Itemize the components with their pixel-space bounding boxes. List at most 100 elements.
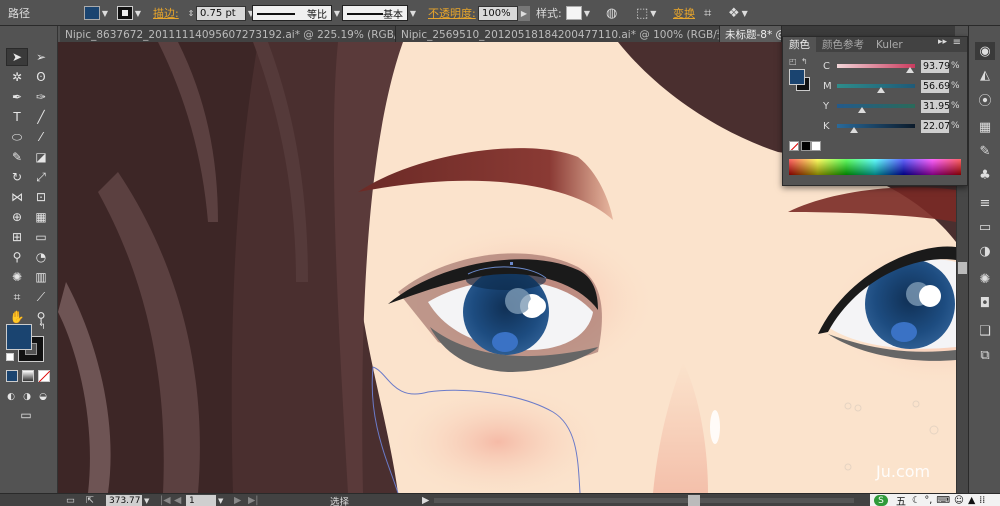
share-icon[interactable]: ⇱: [86, 494, 94, 506]
draw-inside-icon[interactable]: ◒: [36, 388, 50, 406]
mesh-tool-icon[interactable]: ⊞: [6, 228, 28, 246]
stroke-panel-icon[interactable]: ≡: [975, 194, 995, 212]
tab-color[interactable]: 颜色: [783, 37, 816, 52]
chevron-down-icon[interactable]: ▼: [133, 6, 143, 20]
slider-knob-k[interactable]: [850, 127, 859, 133]
chevron-down-icon[interactable]: ▼: [408, 6, 418, 20]
stroke-swatch[interactable]: [117, 6, 133, 20]
scroll-thumb[interactable]: [958, 262, 967, 274]
grid-icon[interactable]: ⁞⁞: [979, 495, 985, 506]
artboards-icon[interactable]: ⧉: [975, 346, 995, 364]
slice-tool-icon[interactable]: ⟋: [30, 288, 52, 306]
next-page-icon[interactable]: ▶: [234, 494, 241, 506]
blend-tool-icon[interactable]: ◔: [30, 248, 52, 266]
stepper-icon[interactable]: ⇕: [186, 9, 196, 18]
input-k[interactable]: 22.07: [921, 119, 950, 133]
align-icon[interactable]: ⬚ ▼: [636, 0, 658, 26]
input-y[interactable]: 31.95: [921, 99, 950, 113]
lasso-tool-icon[interactable]: ʘ: [30, 68, 52, 86]
column-graph-tool-icon[interactable]: ▥: [30, 268, 52, 286]
white-swatch[interactable]: [811, 141, 821, 151]
color-panel-icon[interactable]: ◉: [975, 42, 995, 60]
slider-y[interactable]: Y 31.95 %: [823, 99, 960, 113]
first-page-icon[interactable]: |◀: [160, 494, 171, 506]
transparency-icon[interactable]: ◑: [975, 242, 995, 260]
ime-toolbar[interactable]: S 五 ☾ °, ⌨ ☺ ▲ ⁞⁞: [870, 494, 1000, 506]
color-guide-icon[interactable]: ◭: [975, 66, 995, 84]
direct-selection-tool-icon[interactable]: ➢: [30, 48, 52, 66]
tab-document-3[interactable]: 未标题-8* @ 373.77% (CMYK/预览): [720, 26, 782, 42]
slider-m[interactable]: M 56.69 %: [823, 79, 960, 93]
color-spectrum[interactable]: [789, 159, 961, 175]
style-swatch-control[interactable]: ▼: [566, 0, 592, 26]
slider-c[interactable]: C 93.79 %: [823, 59, 960, 73]
stroke-weight-control[interactable]: ⇕ 0.75 pt ▼: [186, 0, 256, 26]
input-c[interactable]: 93.79: [921, 59, 950, 73]
chevron-down-icon[interactable]: ▼: [100, 6, 110, 20]
chevron-down-icon[interactable]: ▼: [144, 497, 149, 505]
user-icon[interactable]: ☺: [954, 495, 964, 506]
screen-mode-icon[interactable]: ▭: [16, 406, 36, 424]
paintbrush-tool-icon[interactable]: ⁄: [30, 128, 52, 146]
moon-icon[interactable]: ☾: [912, 495, 921, 506]
page-input[interactable]: 1: [186, 495, 216, 506]
recolor-icon[interactable]: ◍: [606, 0, 617, 26]
last-page-icon[interactable]: ▶|: [248, 494, 259, 506]
stroke-swatch-control[interactable]: ▼: [117, 0, 143, 26]
hscroll-thumb[interactable]: [688, 495, 700, 506]
panel-collapse-icon[interactable]: ▸▸: [938, 37, 947, 47]
swap-fill-stroke-icon[interactable]: ↰: [801, 57, 808, 66]
shirt-icon[interactable]: ▲: [968, 495, 975, 506]
selection-tool-icon[interactable]: ➤: [6, 48, 28, 66]
tab-document-2[interactable]: Nipic_2569510_20120518184200477110.ai* @…: [396, 26, 720, 42]
zoom-control[interactable]: 373.77 ▼: [106, 494, 149, 506]
width-tool-icon[interactable]: ⋈: [6, 188, 28, 206]
chevron-down-icon[interactable]: ▼: [332, 6, 342, 20]
panel-fill-swatch[interactable]: [789, 69, 805, 85]
opacity-label[interactable]: 不透明度:: [428, 0, 476, 26]
stroke-label[interactable]: 描边:: [153, 0, 179, 26]
chevron-down-icon[interactable]: ▼: [218, 497, 223, 505]
artboard-nav-icon[interactable]: ▭: [66, 494, 75, 506]
fill-swatch[interactable]: [84, 6, 100, 20]
chevron-right-icon[interactable]: ▶: [518, 5, 530, 21]
gradient-panel-icon[interactable]: ▭: [975, 218, 995, 236]
default-fill-stroke-icon[interactable]: ◰: [789, 57, 797, 66]
stroke-weight-input[interactable]: 0.75 pt: [196, 5, 246, 21]
slider-knob-c[interactable]: [906, 67, 915, 73]
scale-tool-icon[interactable]: ⤢: [30, 168, 52, 186]
tab-kuler[interactable]: Kuler: [870, 37, 909, 52]
opacity-control[interactable]: 100% ▶: [478, 0, 530, 26]
free-transform-tool-icon[interactable]: ⊡: [30, 188, 52, 206]
fill-color-box[interactable]: [6, 324, 32, 350]
panel-menu-icon[interactable]: ≡: [953, 37, 961, 48]
input-m[interactable]: 56.69: [921, 79, 950, 93]
sogou-icon[interactable]: S: [874, 495, 888, 506]
magic-wand-tool-icon[interactable]: ✲: [6, 68, 28, 86]
arrange-icon[interactable]: ❖ ▼: [728, 0, 750, 26]
slider-track-k[interactable]: [837, 124, 915, 133]
brush-dropdown[interactable]: 基本 ▼: [342, 0, 418, 26]
slider-knob-m[interactable]: [877, 87, 886, 93]
color-mode-icon[interactable]: [6, 370, 18, 382]
shape-builder-tool-icon[interactable]: ⊕: [6, 208, 28, 226]
fill-swatch-control[interactable]: ▼: [84, 0, 110, 26]
draw-behind-icon[interactable]: ◑: [20, 388, 34, 406]
stroke-profile-dropdown[interactable]: 等比 ▼: [252, 0, 342, 26]
type-tool-icon[interactable]: T: [6, 108, 28, 126]
isolate-icon[interactable]: ⌗: [704, 0, 711, 26]
ime-mode-label[interactable]: 五: [896, 493, 906, 506]
eyedropper-tool-icon[interactable]: ⚲: [6, 248, 28, 266]
slider-track-m[interactable]: [837, 84, 915, 93]
tab-color-guide[interactable]: 颜色参考: [816, 37, 870, 52]
page-control[interactable]: 1 ▼: [186, 494, 223, 506]
tab-document-1[interactable]: Nipic_8637672_20111114095607273192.ai* @…: [60, 26, 396, 42]
swatches-icon[interactable]: ▦: [975, 118, 995, 136]
prev-page-icon[interactable]: ◀: [174, 494, 181, 506]
appearance-icon[interactable]: ✺: [975, 270, 995, 288]
brushes-icon[interactable]: ✎: [975, 142, 995, 160]
none-mode-icon[interactable]: [38, 370, 51, 383]
black-swatch[interactable]: [801, 141, 811, 151]
status-menu-icon[interactable]: ▶: [422, 494, 429, 506]
zoom-input[interactable]: 373.77: [106, 495, 142, 506]
